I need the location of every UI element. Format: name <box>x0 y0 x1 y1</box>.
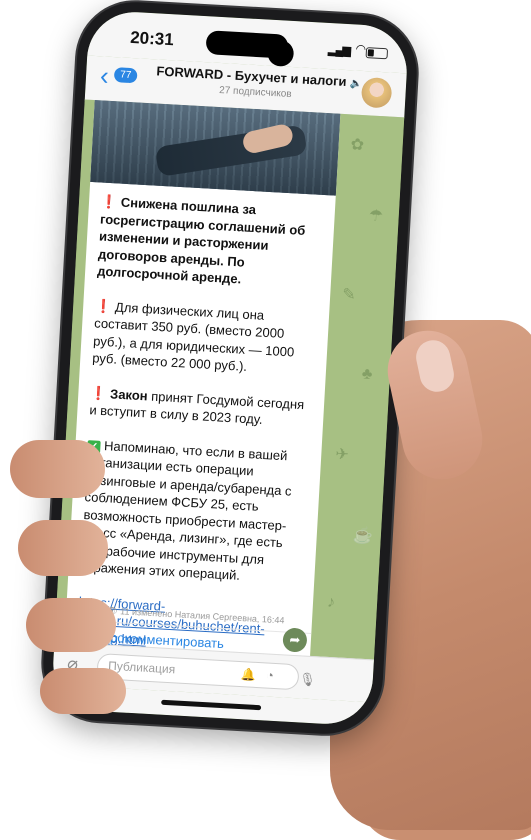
doodle-icon: ☂ <box>368 207 384 226</box>
post-reminder: ✓ Напоминаю, что если в вашей организаци… <box>80 436 311 588</box>
microphone-icon[interactable]: 🎙 <box>299 671 316 688</box>
battery-icon <box>365 47 389 60</box>
finger <box>10 440 105 498</box>
exclamation-icon: ❗ <box>100 193 118 210</box>
finger <box>26 598 116 652</box>
exclamation-icon: ❗ <box>94 297 112 314</box>
front-camera <box>266 39 295 68</box>
signal-icon: ▂▄▆ <box>327 43 351 58</box>
post-law-bold: Закон <box>109 385 149 403</box>
post-text: ❗ Снижена пошлина за госрегистрацию согл… <box>75 193 325 675</box>
doodle-icon: ✿ <box>350 136 365 155</box>
chevron-left-icon[interactable]: ‹ <box>99 60 109 90</box>
post-fees: ❗ Для физических лиц она составит 350 ру… <box>92 297 320 379</box>
muted-speaker-icon: 🔈 <box>349 78 363 90</box>
home-indicator[interactable] <box>161 699 262 711</box>
post-photo[interactable] <box>90 100 341 196</box>
finger <box>18 520 108 576</box>
post-headline-text: Снижена пошлина за госрегистрацию соглаш… <box>96 194 306 287</box>
doodle-icon: ☕ <box>352 527 374 546</box>
channel-avatar[interactable] <box>360 76 393 109</box>
post-fees-text: Для физических лиц она составит 350 руб.… <box>91 299 295 374</box>
publication-input[interactable]: Публикация 🔔 ◔ 🎙 <box>96 653 316 691</box>
channel-post: ❗ Снижена пошлина за госрегистрацию согл… <box>62 100 341 689</box>
doodle-icon: ♣ <box>361 365 373 383</box>
clock-icon[interactable]: ◔ <box>266 668 275 683</box>
post-law: ❗ Закон принят Госдумой сегодня и вступи… <box>89 384 315 431</box>
doodle-icon: ✎ <box>341 286 357 304</box>
back-unread-badge[interactable]: 77 <box>113 67 138 84</box>
finger <box>40 668 126 714</box>
doodle-icon: ✈ <box>334 446 350 464</box>
exclamation-icon: ❗ <box>90 384 108 401</box>
bell-icon[interactable]: 🔔 <box>241 667 257 682</box>
post-reminder-text: Напоминаю, что если в вашей организации … <box>80 437 292 583</box>
status-time: 20:31 <box>129 27 175 50</box>
post-headline: ❗ Снижена пошлина за госрегистрацию согл… <box>97 193 326 293</box>
doodle-icon: ♪ <box>326 593 336 612</box>
